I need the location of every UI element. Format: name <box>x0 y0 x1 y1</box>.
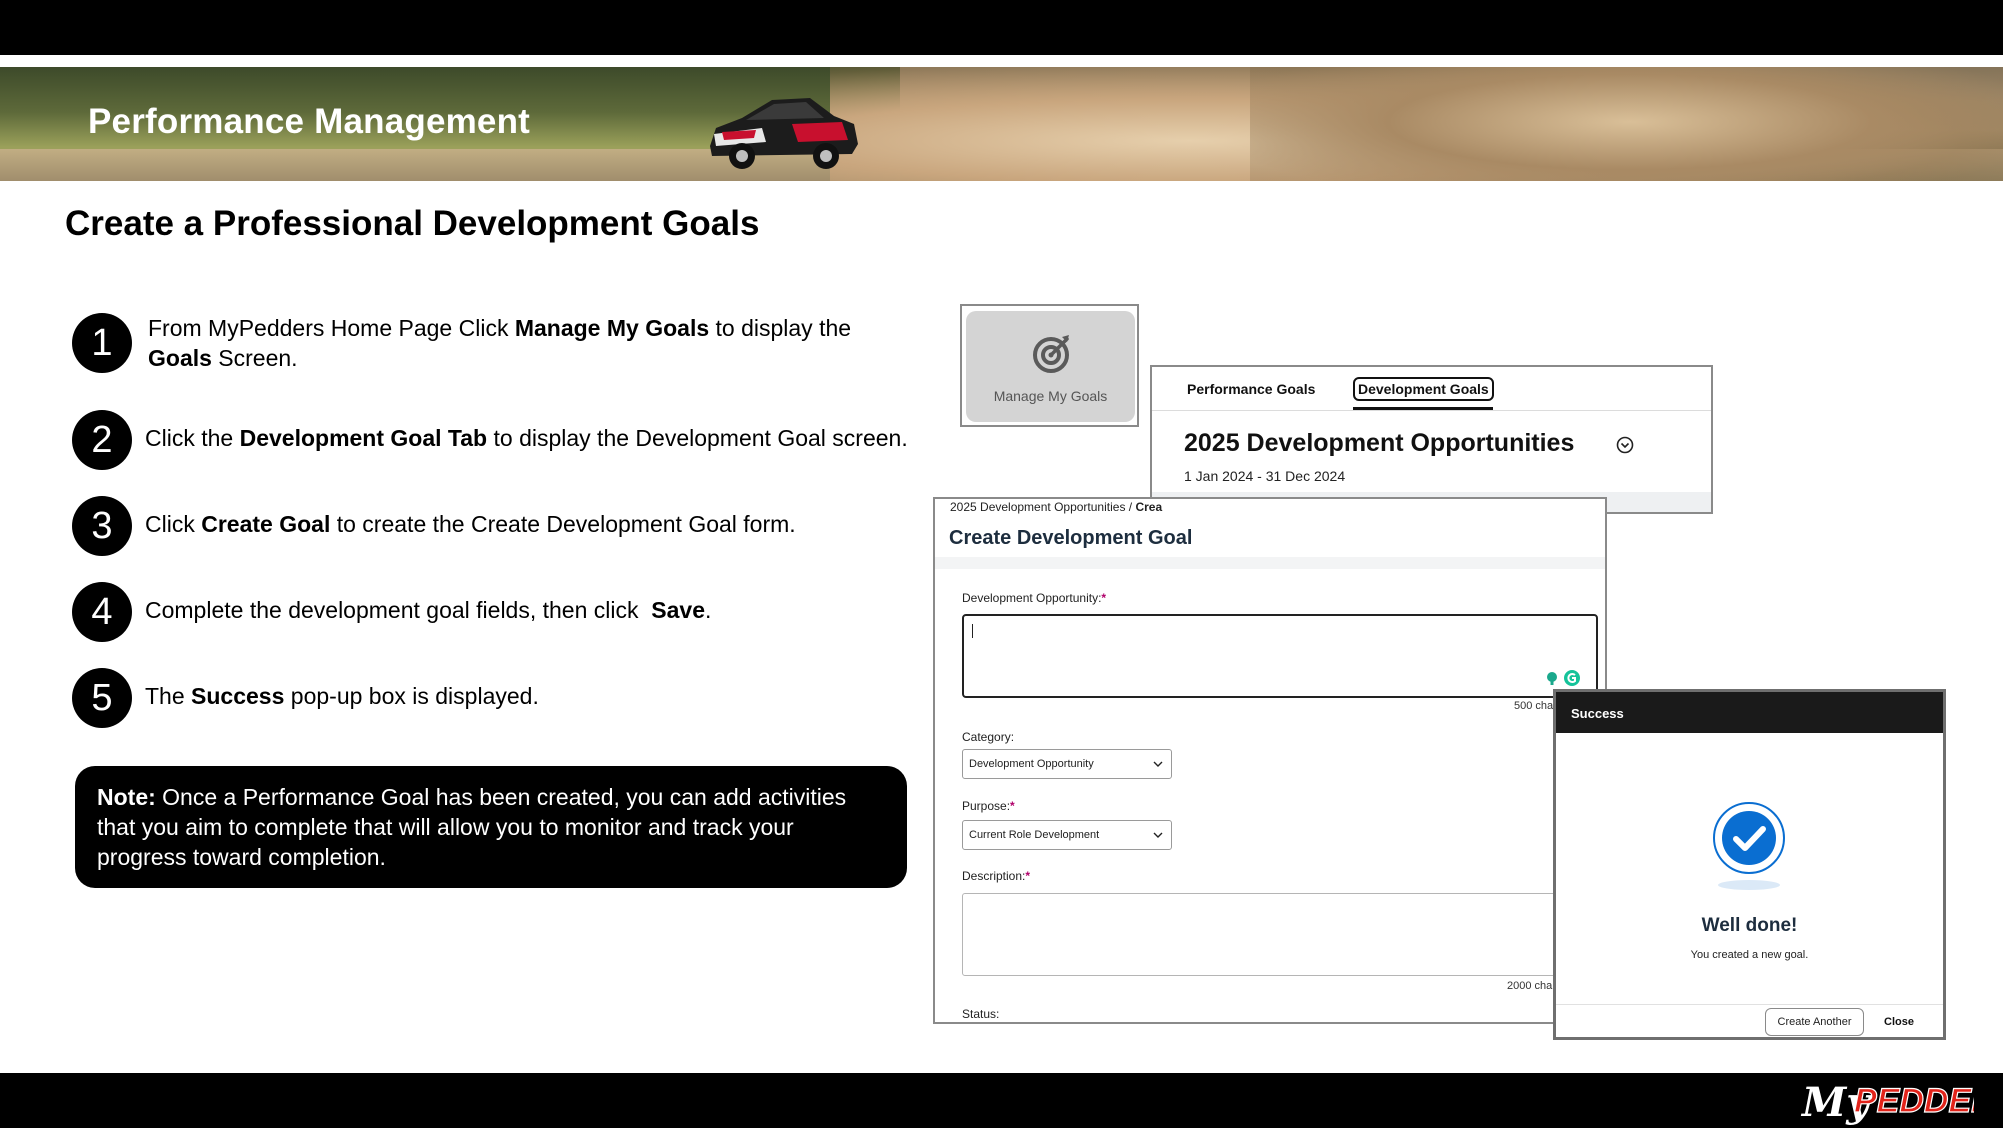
step-number-2: 2 <box>72 410 132 470</box>
description-label: Description:* <box>962 869 1030 883</box>
category-label: Category: <box>962 730 1015 744</box>
step-1-bold-2: Goals <box>148 345 212 371</box>
breadcrumb: 2025 Development Opportunities / Crea <box>950 500 1162 514</box>
success-heading: Well done! <box>1701 915 1798 936</box>
required-mark: * <box>1101 591 1107 605</box>
step-number-3: 3 <box>72 496 132 556</box>
description-input[interactable] <box>962 893 1598 976</box>
purpose-label: Purpose:* <box>962 799 1015 813</box>
category-value: Development Opportunity <box>969 758 1094 770</box>
goals-screen-screenshot: Performance Goals Development Goals 2025… <box>1150 365 1713 514</box>
step-1-mid: to display the <box>709 315 852 341</box>
step-2-bold: Development Goal Tab <box>239 425 488 451</box>
tab-divider <box>1152 410 1711 411</box>
step-4-pre: Complete the development goal fields, th… <box>145 597 652 623</box>
check-circle-icon <box>1713 802 1785 874</box>
purpose-select[interactable]: Current Role Development <box>962 820 1172 850</box>
dialog-footer-divider <box>1556 1004 1943 1005</box>
step-5-pre: The <box>145 683 192 709</box>
close-button[interactable]: Close <box>1874 1008 1924 1036</box>
step-3-post: to create the Create Development Goal fo… <box>330 511 796 537</box>
success-message: You created a new goal. <box>1690 949 1809 961</box>
svg-text:PEDDERS: PEDDERS <box>1854 1082 1974 1120</box>
required-mark: * <box>1025 869 1031 883</box>
banner-title: Performance Management <box>88 102 531 141</box>
page-title: Create a Professional Development Goals <box>65 204 760 243</box>
step-number-4: 4 <box>72 582 132 642</box>
chevron-down-icon[interactable] <box>1615 435 1635 455</box>
plan-title: 2025 Development Opportunities <box>1184 429 1575 457</box>
manage-goals-screenshot: Manage My Goals <box>960 304 1139 427</box>
dialog-title: Success <box>1571 706 1624 721</box>
target-icon <box>1033 335 1069 373</box>
rally-car-image <box>710 98 858 169</box>
step-2-post: to display the Development Goal screen. <box>487 425 908 451</box>
mypedders-logo: My PEDDERS <box>1800 1079 1974 1126</box>
step-5-post: pop-up box is displayed. <box>284 683 539 709</box>
text-cursor <box>972 624 973 638</box>
step-number-1: 1 <box>72 313 132 373</box>
form-title: Create Development Goal <box>949 527 1193 549</box>
step-4-post: . <box>705 597 712 623</box>
step-text-5: The Success pop-up box is displayed. <box>145 681 965 711</box>
step-1-post: Screen. <box>211 345 298 371</box>
breadcrumb-current: Crea <box>1135 500 1163 514</box>
tab-performance-goals[interactable]: Performance Goals <box>1187 381 1315 397</box>
status-label: Status: <box>962 1007 1000 1021</box>
step-number-5: 5 <box>72 668 132 728</box>
note-label: Note: <box>97 784 156 810</box>
manage-my-goals-tile[interactable]: Manage My Goals <box>966 311 1135 422</box>
icon-shadow <box>1718 880 1780 890</box>
manage-my-goals-label: Manage My Goals <box>993 388 1108 404</box>
step-4-bold: Save <box>651 597 705 623</box>
step-text-4: Complete the development goal fields, th… <box>145 595 965 625</box>
success-dialog-screenshot: Success Well done! You created a new goa… <box>1553 689 1946 1040</box>
step-3-pre: Click <box>145 511 202 537</box>
tab-development-goals[interactable]: Development Goals <box>1353 377 1494 401</box>
chevron-down-icon <box>1153 761 1163 767</box>
plan-dates: 1 Jan 2024 - 31 Dec 2024 <box>1184 468 1346 484</box>
form-header-divider <box>935 557 1605 569</box>
grammar-assist-icon[interactable] <box>1544 668 1584 688</box>
footer-bar <box>0 1073 2003 1128</box>
banner-dust-2 <box>1250 67 2003 181</box>
required-mark: * <box>1010 799 1015 813</box>
description-label-text: Description: <box>962 869 1026 883</box>
note-text: Once a Performance Goal has been created… <box>97 784 847 870</box>
step-1-bold-1: Manage My Goals <box>514 315 710 341</box>
category-select[interactable]: Development Opportunity <box>962 749 1172 779</box>
step-1-pre: From MyPedders Home Page Click <box>148 315 515 341</box>
create-goal-form-screenshot: 2025 Development Opportunities / Crea Cr… <box>933 497 1607 1024</box>
create-another-button[interactable]: Create Another <box>1765 1008 1864 1036</box>
note-box: Note: Once a Performance Goal has been c… <box>75 766 907 888</box>
step-text-3: Click Create Goal to create the Create D… <box>145 509 965 539</box>
opportunity-label: Development Opportunity:* <box>962 591 1106 605</box>
step-3-bold: Create Goal <box>201 511 331 537</box>
chevron-down-icon <box>1153 832 1163 838</box>
development-opportunity-input[interactable] <box>962 614 1598 698</box>
step-text-1: From MyPedders Home Page Click Manage My… <box>148 313 908 373</box>
top-bar <box>0 0 2003 55</box>
purpose-value: Current Role Development <box>969 829 1100 841</box>
step-5-bold: Success <box>191 683 285 709</box>
purpose-label-text: Purpose: <box>962 799 1011 813</box>
step-text-2: Click the Development Goal Tab to displa… <box>145 423 965 453</box>
opportunity-label-text: Development Opportunity: <box>962 591 1102 605</box>
breadcrumb-parent[interactable]: 2025 Development Opportunities / <box>950 500 1135 514</box>
step-2-pre: Click the <box>145 425 240 451</box>
